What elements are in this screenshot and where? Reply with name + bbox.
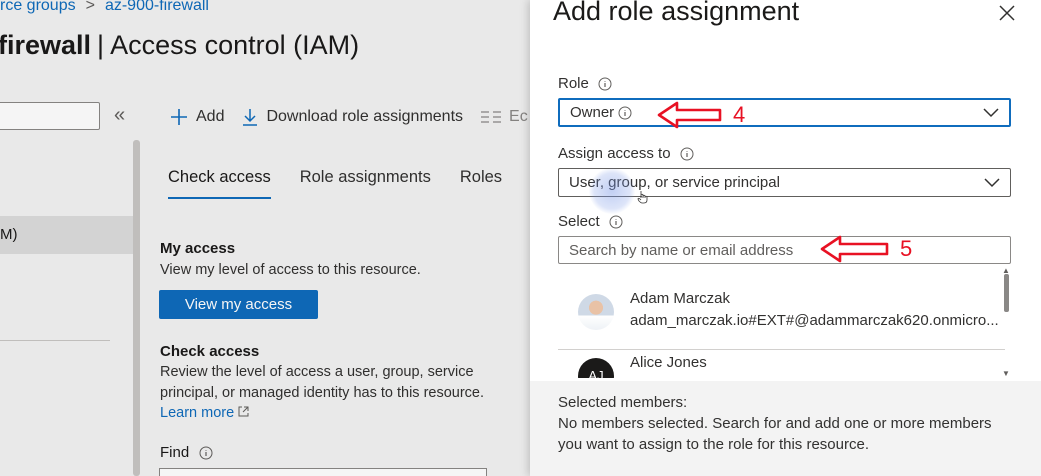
member-email: adam_marczak.io#EXT#@adammarczak620.onmi…	[630, 312, 999, 329]
scroll-down-icon[interactable]: ▼	[1002, 369, 1010, 378]
left-nav-item-iam[interactable]: M)	[0, 216, 133, 254]
scrollbar-thumb[interactable]	[1004, 274, 1009, 312]
blade-name: Access control (IAM)	[110, 30, 360, 60]
left-nav-search-input[interactable]	[0, 102, 100, 130]
info-icon	[199, 446, 213, 460]
toolbar: Add Download role assignments Ec	[170, 104, 530, 130]
info-icon	[598, 77, 612, 90]
check-access-description: Review the level of access a user, group…	[160, 362, 500, 424]
select-label-text: Select	[558, 213, 600, 230]
tab-bar: Check access Role assignments Roles D	[168, 168, 530, 199]
avatar: AJ	[578, 358, 614, 378]
assign-access-label: Assign access to	[558, 145, 694, 162]
selected-members-section: Selected members: No members selected. S…	[530, 381, 1041, 476]
assign-access-dropdown[interactable]: User, group, or service principal	[558, 168, 1011, 197]
role-label-text: Role	[558, 75, 589, 92]
find-input[interactable]	[159, 468, 487, 476]
member-results-list: Adam Marczak adam_marczak.io#EXT#@adamma…	[558, 270, 1011, 378]
list-item[interactable]: AJ Alice Jones	[558, 349, 1005, 378]
resource-name: firewall	[0, 30, 92, 60]
select-label: Select	[558, 213, 623, 230]
breadcrumb-firewall[interactable]: az-900-firewall	[105, 0, 209, 14]
info-icon	[609, 215, 623, 228]
learn-more-label: Learn more	[160, 405, 235, 421]
left-nav-divider	[0, 340, 110, 341]
left-nav-scrollbar[interactable]	[133, 140, 140, 476]
my-access-heading: My access	[160, 240, 236, 257]
view-my-access-button[interactable]: View my access	[159, 290, 318, 319]
breadcrumb: rce groups > az-900-firewall	[0, 0, 209, 15]
role-dropdown[interactable]: Owner	[558, 98, 1011, 127]
find-label: Find	[160, 444, 190, 461]
background-page: rce groups > az-900-firewall firewall | Acce…	[0, 0, 530, 476]
left-nav-item-label: M)	[0, 226, 18, 243]
chevron-down-icon	[983, 107, 999, 117]
info-icon	[680, 147, 694, 160]
chevron-down-icon	[984, 177, 1000, 187]
list-item[interactable]: Adam Marczak adam_marczak.io#EXT#@adamma…	[558, 270, 1005, 348]
selected-members-label: Selected members:	[558, 394, 688, 411]
assign-access-label-text: Assign access to	[558, 145, 671, 162]
close-icon[interactable]	[996, 2, 1018, 24]
panel-title: Add role assignment	[553, 0, 800, 26]
external-link-icon	[238, 406, 249, 417]
add-button-label: Add	[196, 108, 225, 125]
columns-icon	[481, 111, 502, 123]
title-separator: |	[97, 30, 105, 60]
download-icon	[243, 109, 258, 126]
add-button[interactable]: Add	[170, 108, 224, 126]
learn-more-link[interactable]: Learn more	[160, 405, 249, 421]
tab-role-assignments[interactable]: Role assignments	[300, 168, 431, 199]
tab-roles[interactable]: Roles	[460, 168, 502, 199]
breadcrumb-resource-groups[interactable]: rce groups	[0, 0, 76, 14]
tab-check-access[interactable]: Check access	[168, 168, 271, 199]
assign-access-value: User, group, or service principal	[569, 174, 780, 191]
info-icon[interactable]	[618, 106, 632, 120]
edit-columns-label: Ec	[509, 108, 528, 125]
collapse-nav-icon[interactable]: «	[114, 104, 125, 127]
page-title: firewall | Access control (IAM)	[0, 30, 359, 61]
role-label: Role	[558, 75, 612, 92]
plus-icon	[171, 109, 187, 125]
download-button-label: Download role assignments	[266, 108, 464, 125]
results-scrollbar[interactable]: ▲ ▼	[1002, 266, 1010, 378]
check-access-text: Review the level of access a user, group…	[160, 364, 485, 401]
add-role-assignment-panel: Add role assignment Role Owner Assign ac…	[530, 0, 1041, 476]
member-name: Alice Jones	[630, 354, 707, 371]
check-access-heading: Check access	[160, 343, 260, 360]
breadcrumb-separator: >	[85, 0, 95, 14]
member-search-input[interactable]	[558, 236, 1011, 264]
selected-members-text: No members selected. Search for and add …	[558, 415, 992, 453]
edit-columns-button[interactable]: Ec	[481, 108, 528, 126]
role-dropdown-value: Owner	[570, 104, 615, 121]
member-name: Adam Marczak	[630, 290, 731, 307]
avatar	[578, 294, 614, 330]
my-access-description: View my level of access to this resource…	[160, 262, 421, 278]
download-role-assignments-button[interactable]: Download role assignments	[242, 108, 463, 126]
